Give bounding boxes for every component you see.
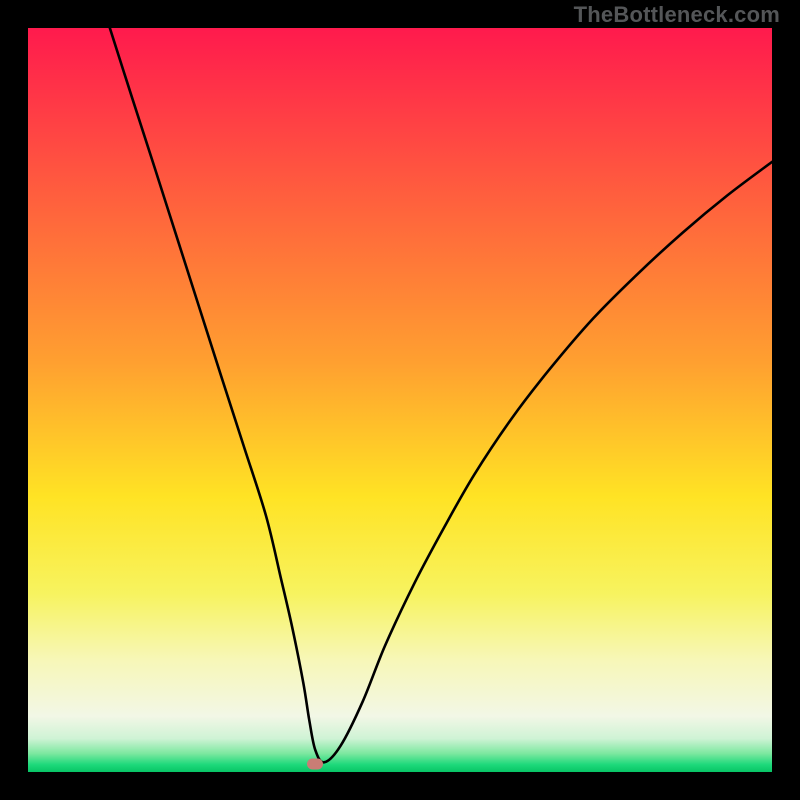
watermark-text: TheBottleneck.com xyxy=(574,2,780,28)
chart-frame: TheBottleneck.com xyxy=(0,0,800,800)
bottleneck-curve-layer xyxy=(28,28,772,772)
optimal-point-marker xyxy=(307,758,323,769)
plot-area xyxy=(28,28,772,772)
bottleneck-curve-path xyxy=(110,28,772,762)
